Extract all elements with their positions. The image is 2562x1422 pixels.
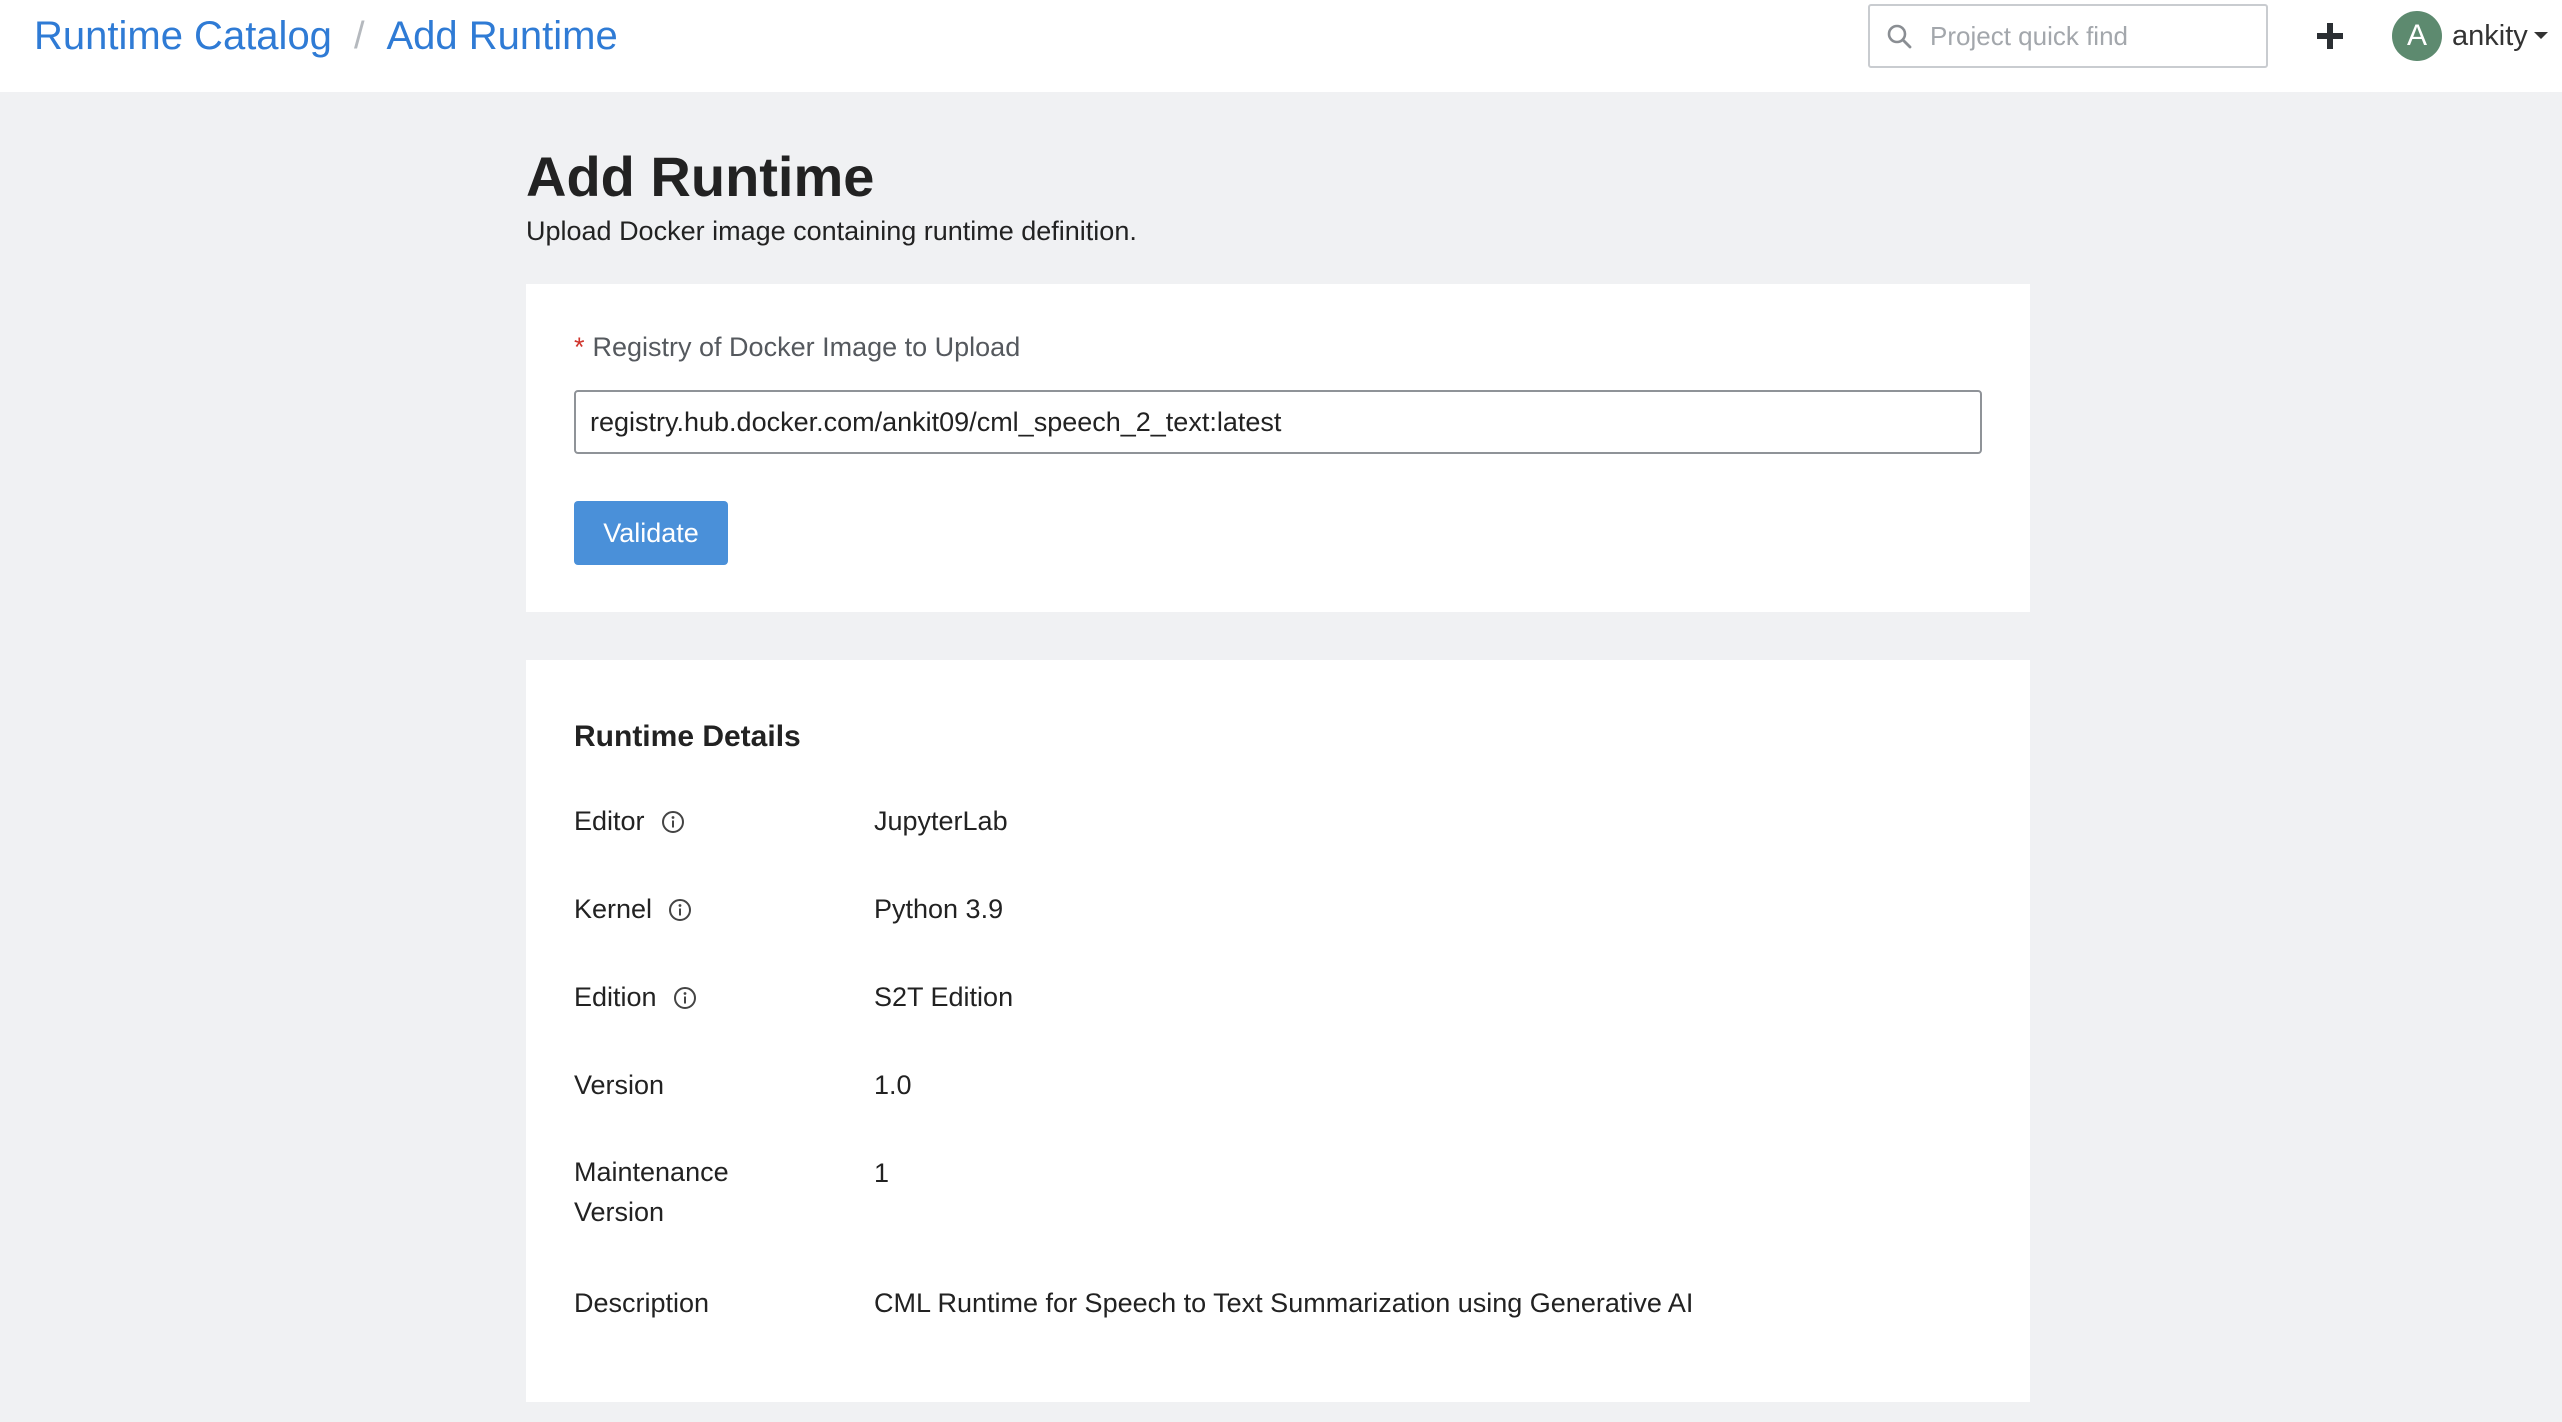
detail-value: Python 3.9 <box>874 894 1004 924</box>
search-icon <box>1887 24 1912 49</box>
detail-value: JupyterLab <box>874 806 1008 836</box>
validate-button[interactable]: Validate <box>574 501 728 565</box>
detail-label-text: Kernel <box>574 894 653 924</box>
detail-row-version: Version 1.0 <box>574 1070 1974 1120</box>
detail-row-kernel: Kernel Python 3.9 <box>574 894 1974 944</box>
caret-down-icon <box>2533 32 2548 39</box>
user-menu[interactable]: A ankity <box>2392 10 2550 62</box>
info-icon[interactable] <box>673 986 697 1010</box>
registry-label: * Registry of Docker Image to Upload <box>574 332 1020 363</box>
breadcrumb-runtime-catalog[interactable]: Runtime Catalog <box>34 14 332 59</box>
search-input[interactable] <box>1930 20 2250 52</box>
detail-value: 1.0 <box>874 1070 912 1100</box>
detail-value: 1 <box>874 1158 890 1188</box>
upload-card: *Registry of Docker Image to Upload Vali… <box>526 284 2030 612</box>
avatar: A <box>2392 11 2442 61</box>
plus-icon <box>2317 23 2343 49</box>
detail-label-text: Edition <box>574 982 657 1012</box>
detail-label: Maintenance Version <box>574 1157 729 1227</box>
detail-label: Kernel <box>574 894 692 925</box>
top-bar: Runtime Catalog / Add Runtime A ankity <box>0 0 2562 92</box>
breadcrumb-add-runtime[interactable]: Add Runtime <box>387 14 618 59</box>
runtime-details-title: Runtime Details <box>574 720 801 753</box>
info-icon[interactable] <box>661 810 685 834</box>
username: ankity <box>2452 19 2528 52</box>
breadcrumb: Runtime Catalog / Add Runtime <box>34 10 618 62</box>
registry-input[interactable] <box>574 390 1982 454</box>
detail-label: Version <box>574 1070 664 1101</box>
detail-label-text: Version <box>574 1070 665 1100</box>
registry-label-text: Registry of Docker Image to Upload <box>592 332 1021 362</box>
detail-label-text: Editor <box>574 806 645 836</box>
detail-label-text: Description <box>574 1288 710 1318</box>
page-subtitle: Upload Docker image containing runtime d… <box>526 216 1137 246</box>
project-quick-find[interactable] <box>1868 4 2268 68</box>
detail-value: CML Runtime for Speech to Text Summariza… <box>874 1288 1694 1318</box>
detail-label: Description <box>574 1288 709 1319</box>
detail-row-editor: Editor JupyterLab <box>574 806 1974 856</box>
detail-row-maintenance-version: Maintenance Version 1 <box>574 1157 1974 1227</box>
detail-label: Editor <box>574 806 685 837</box>
runtime-details-card: Runtime Details Editor JupyterLab Kernel… <box>526 660 2030 1402</box>
add-button[interactable] <box>2310 14 2350 58</box>
info-icon[interactable] <box>668 898 692 922</box>
detail-label: Edition <box>574 982 697 1013</box>
required-marker: * <box>574 332 585 362</box>
detail-value: S2T Edition <box>874 982 1014 1012</box>
detail-row-edition: Edition S2T Edition <box>574 982 1974 1032</box>
page-title: Add Runtime <box>526 145 875 208</box>
breadcrumb-separator: / <box>353 14 365 57</box>
detail-row-description: Description CML Runtime for Speech to Te… <box>574 1288 1974 1338</box>
